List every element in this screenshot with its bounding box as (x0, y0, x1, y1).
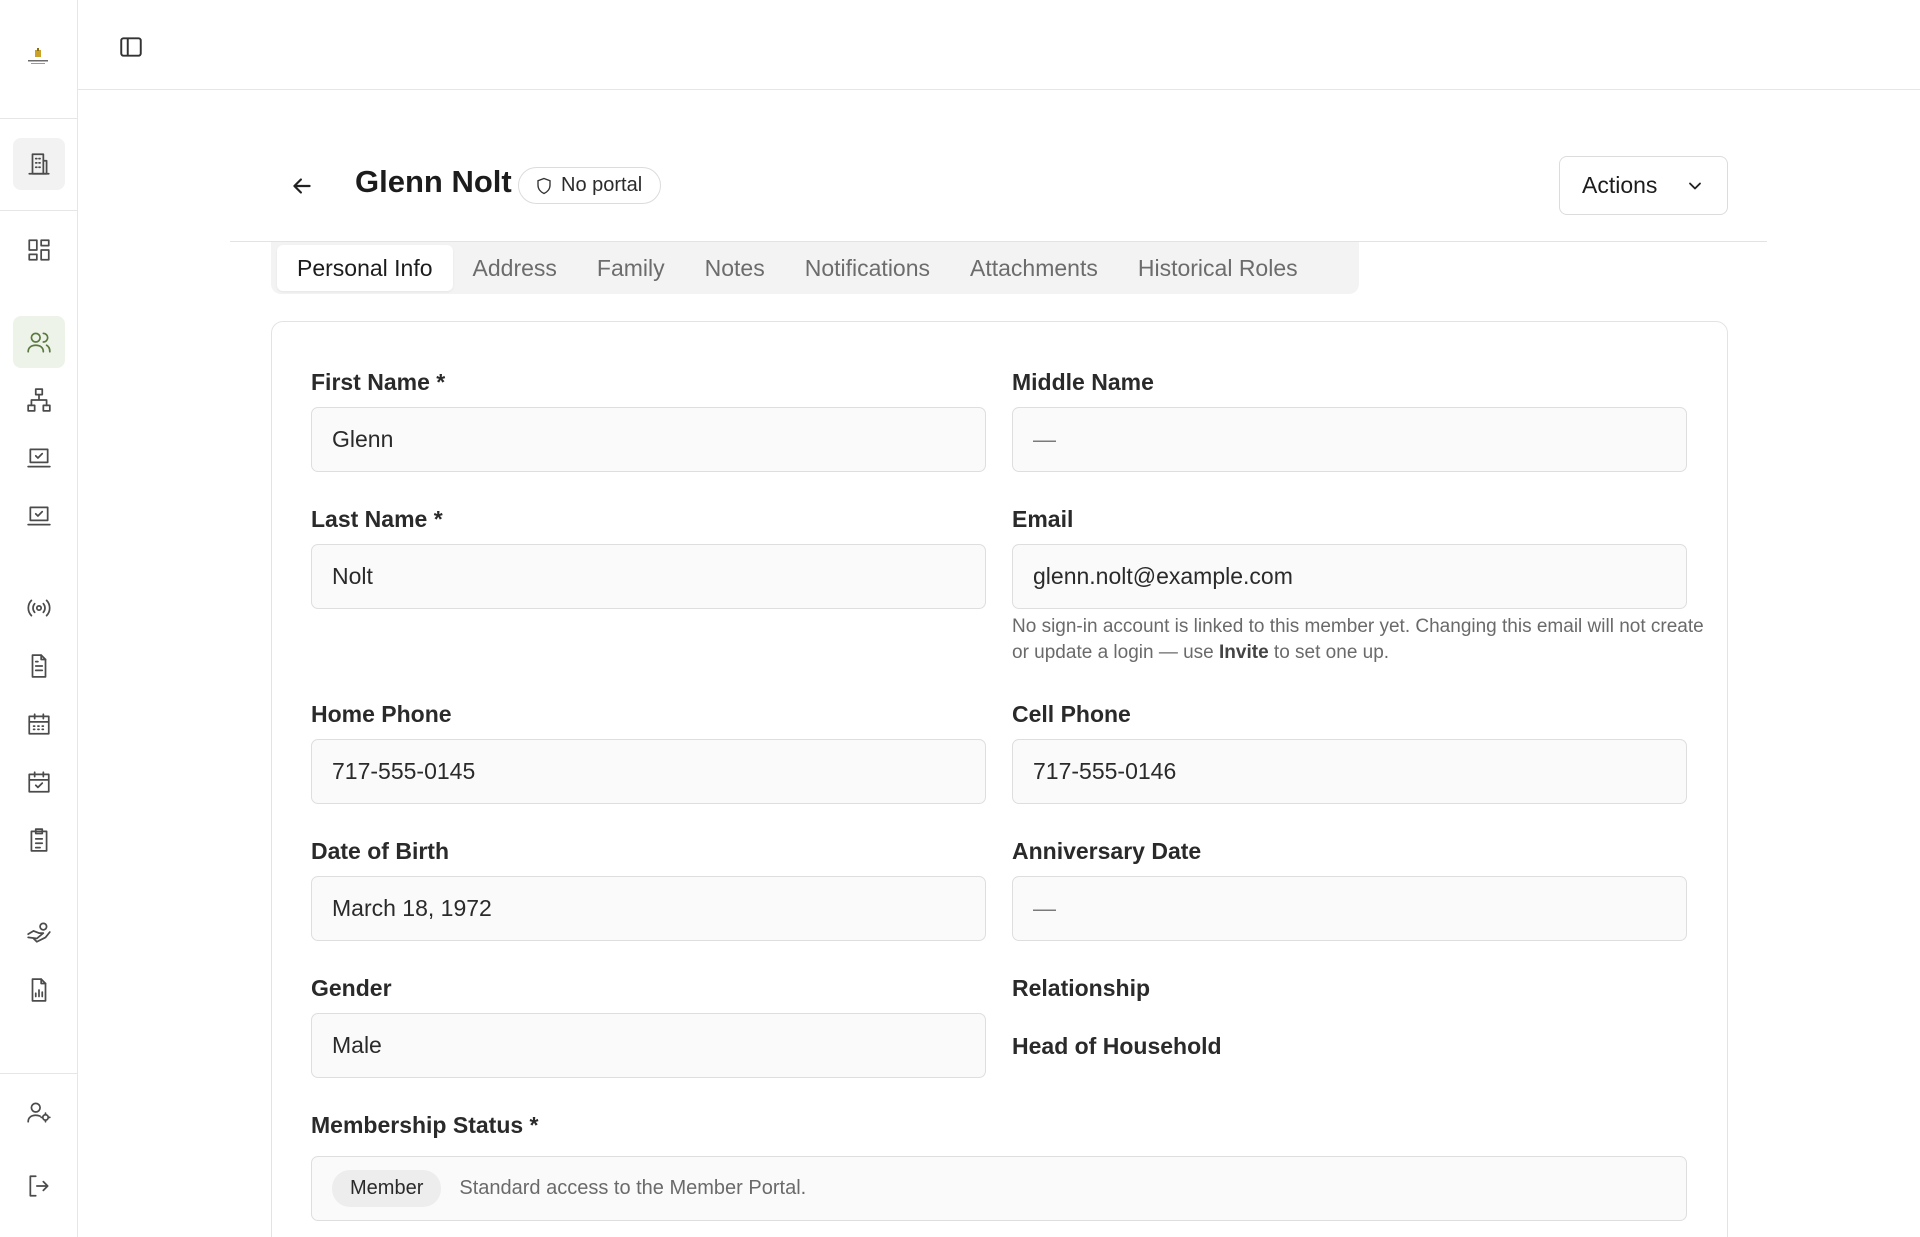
email-helper-invite: Invite (1219, 642, 1269, 663)
membership-status-label: Membership Status * (311, 1112, 539, 1138)
org-chart-icon (27, 388, 51, 412)
sidebar-item-calendar[interactable] (13, 698, 65, 750)
home-phone-field[interactable]: 717-555-0145 (311, 739, 986, 804)
users-icon (27, 332, 51, 353)
shield-icon (537, 177, 551, 194)
email-label: Email (1012, 506, 1074, 532)
relationship-value: Head of Household (1012, 1033, 1222, 1059)
top-bar (78, 0, 1920, 90)
sidebar-divider (0, 210, 77, 211)
anniversary-date-field[interactable]: — (1012, 876, 1687, 941)
anniversary-date-label: Anniversary Date (1012, 838, 1202, 864)
membership-status-pill: Member (332, 1170, 442, 1207)
email-field[interactable]: glenn.nolt@example.com (1012, 544, 1687, 609)
arrow-left-icon (293, 178, 311, 194)
tab-attachments[interactable]: Attachments (950, 245, 1118, 291)
membership-status-field[interactable]: Member Standard access to the Member Por… (311, 1156, 1687, 1221)
report-icon (31, 978, 47, 1002)
church-logo[interactable] (26, 48, 50, 68)
sidebar-item-groups[interactable] (13, 374, 65, 426)
sidebar (0, 0, 78, 1237)
dashboard-icon (28, 239, 50, 261)
sidebar-item-events[interactable] (13, 756, 65, 808)
laptop-check-icon (27, 506, 51, 526)
chevron-down-icon (1689, 182, 1701, 189)
building-icon (28, 153, 50, 175)
sidebar-item-logout[interactable] (13, 1160, 65, 1212)
page-title: Glenn Nolt (355, 164, 512, 199)
actions-dropdown-button[interactable]: Actions (1559, 156, 1728, 215)
hand-coins-icon (27, 922, 51, 943)
gender-field[interactable]: Male (311, 1013, 986, 1078)
sidebar-toggle-button[interactable] (114, 30, 148, 64)
sidebar-item-dashboard[interactable] (13, 224, 65, 276)
cell-phone-label: Cell Phone (1012, 701, 1131, 727)
tab-notes[interactable]: Notes (685, 245, 785, 291)
first-name-field[interactable]: Glenn (311, 407, 986, 472)
middle-name-field[interactable]: — (1012, 407, 1687, 472)
tab-address[interactable]: Address (453, 245, 577, 291)
relationship-label: Relationship (1012, 975, 1151, 1001)
clipboard-icon (30, 828, 48, 852)
sidebar-item-giving[interactable] (13, 906, 65, 958)
tab-personal-info[interactable]: Personal Info (277, 245, 453, 291)
date-of-birth-field[interactable]: March 18, 1972 (311, 876, 986, 941)
cell-phone-field[interactable]: 717-555-0146 (1012, 739, 1687, 804)
calendar-icon (28, 713, 50, 735)
sidebar-item-reports[interactable] (13, 964, 65, 1016)
portal-badge-label: No portal (561, 174, 643, 196)
broadcast-icon (27, 599, 51, 617)
sidebar-item-documents[interactable] (13, 640, 65, 692)
sidebar-item-members[interactable] (13, 316, 65, 368)
sidebar-divider (0, 1073, 77, 1074)
home-phone-label: Home Phone (311, 701, 452, 727)
document-icon (31, 654, 47, 678)
tab-historical-roles[interactable]: Historical Roles (1118, 245, 1318, 291)
middle-name-label: Middle Name (1012, 369, 1154, 395)
actions-label: Actions (1582, 172, 1658, 198)
sidebar-item-checkin[interactable] (13, 432, 65, 484)
laptop-check-icon (27, 448, 51, 468)
gender-label: Gender (311, 975, 392, 1001)
portal-status-badge: No portal (518, 167, 662, 204)
panel-left-icon (120, 37, 142, 57)
sidebar-item-attendance[interactable] (13, 490, 65, 542)
tab-family[interactable]: Family (577, 245, 685, 291)
email-helper-suffix: to set one up. (1268, 642, 1390, 663)
back-button[interactable] (284, 168, 320, 204)
logout-icon (29, 1175, 49, 1197)
tab-notifications[interactable]: Notifications (785, 245, 950, 291)
last-name-label: Last Name * (311, 506, 443, 532)
sidebar-divider (0, 118, 77, 119)
tab-bar: Personal Info Address Family Notes Notif… (271, 242, 1359, 294)
date-of-birth-label: Date of Birth (311, 838, 449, 864)
first-name-label: First Name * (311, 369, 446, 395)
sidebar-item-organization[interactable] (13, 138, 65, 190)
last-name-field[interactable]: Nolt (311, 544, 986, 609)
calendar-check-icon (28, 771, 50, 793)
sidebar-item-tasks[interactable] (13, 814, 65, 866)
sidebar-item-account-settings[interactable] (13, 1086, 65, 1138)
membership-status-description: Standard access to the Member Portal. (459, 1177, 807, 1199)
user-settings-icon (27, 1102, 51, 1123)
sidebar-item-broadcast[interactable] (13, 582, 65, 634)
email-helper-text: No sign-in account is linked to this mem… (1012, 614, 1712, 666)
